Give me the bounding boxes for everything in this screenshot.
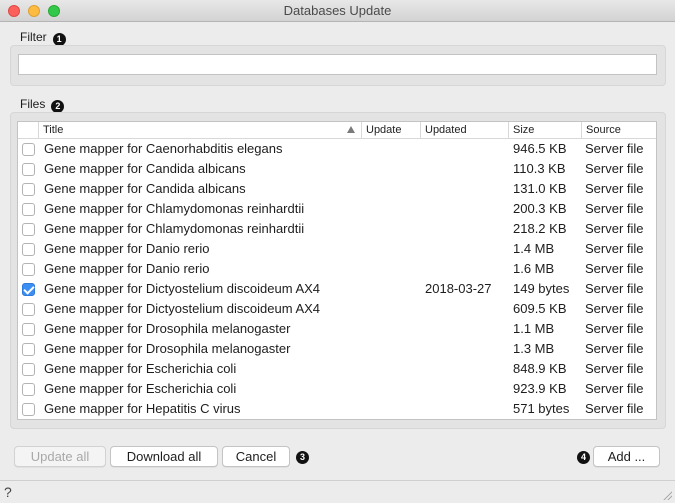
window-title: Databases Update [283, 3, 392, 18]
row-checkbox[interactable] [22, 203, 35, 216]
close-window-button[interactable] [8, 5, 20, 17]
table-row[interactable]: Gene mapper for Chlamydomonas reinhardti… [18, 199, 656, 219]
header-title[interactable]: Title [38, 122, 361, 139]
header-size[interactable]: Size [508, 122, 581, 139]
table-row[interactable]: Gene mapper for Danio rerio 1.4 MB Server … [18, 239, 656, 259]
cell-title: Gene mapper for Danio rerio [44, 261, 210, 276]
cell-title: Gene mapper for Drosophila melanogaster [44, 341, 291, 356]
row-checkbox[interactable] [22, 243, 35, 256]
cell-source: Server file [585, 261, 644, 276]
row-checkbox[interactable] [22, 403, 35, 416]
cell-source: Server file [585, 301, 644, 316]
filter-input[interactable] [18, 54, 657, 75]
cell-title: Gene mapper for Candida albicans [44, 181, 246, 196]
cell-source: Server file [585, 241, 644, 256]
cell-size: 1.1 MB [513, 321, 555, 336]
table-row[interactable]: Gene mapper for Dictyostelium discoideum… [18, 299, 656, 319]
files-label: Files [20, 97, 46, 111]
row-checkbox[interactable] [22, 163, 35, 176]
sort-ascending-icon [347, 126, 355, 133]
download-all-button[interactable]: Download all [110, 446, 218, 467]
cell-title: Gene mapper for Candida albicans [44, 161, 246, 176]
table-row[interactable]: Gene mapper for Drosophila melanogaster 1… [18, 339, 656, 359]
header-update[interactable]: Update [361, 122, 420, 139]
table-row[interactable]: Gene mapper for Hepatitis C virus 571 byt… [18, 399, 656, 419]
cell-title: Gene mapper for Drosophila melanogaster [44, 321, 291, 336]
add-button[interactable]: Add ... [593, 446, 660, 467]
zoom-window-button[interactable] [48, 5, 60, 17]
cell-size: 571 bytes [513, 401, 570, 416]
cell-size: 923.9 KB [513, 381, 567, 396]
cell-source: Server file [585, 201, 644, 216]
row-checkbox-checked[interactable] [22, 283, 35, 296]
cell-title: Gene mapper for Dictyostelium discoideum… [44, 301, 321, 316]
cell-title: Gene mapper for Chlamydomonas reinhardti… [44, 201, 305, 216]
cell-title: Gene mapper for Escherichia coli [44, 361, 237, 376]
row-checkbox[interactable] [22, 323, 35, 336]
row-checkbox[interactable] [22, 223, 35, 236]
row-checkbox[interactable] [22, 263, 35, 276]
cell-size: 1.6 MB [513, 261, 555, 276]
row-checkbox[interactable] [22, 383, 35, 396]
cell-title: Gene mapper for Chlamydomonas reinhardti… [44, 221, 305, 236]
cell-source: Server file [585, 161, 644, 176]
table-header: Title Update Updated Size Source [18, 122, 656, 139]
cell-size: 110.3 KB [513, 161, 566, 176]
header-updated[interactable]: Updated [420, 122, 508, 139]
cell-size: 149 bytes [513, 281, 570, 296]
cell-size: 200.3 KB [513, 201, 567, 216]
files-section-label: Files 2 [20, 97, 65, 113]
cell-source: Server file [585, 321, 644, 336]
cell-size: 218.2 KB [513, 221, 567, 236]
filter-section-label: Filter 1 [20, 30, 66, 46]
cell-source: Server file [585, 341, 644, 356]
resize-grip-icon[interactable] [662, 490, 672, 500]
table-row[interactable]: Gene mapper for Drosophila melanogaster 1… [18, 319, 656, 339]
row-checkbox[interactable] [22, 343, 35, 356]
help-icon[interactable]: ? [4, 484, 12, 500]
cell-title: Gene mapper for Hepatitis C virus [44, 401, 241, 416]
cancel-button[interactable]: Cancel [222, 446, 290, 467]
status-bar: ? [0, 480, 675, 503]
cell-source: Server file [585, 221, 644, 236]
table-row[interactable]: Gene mapper for Dictyostelium discoideum… [18, 279, 656, 299]
update-all-button[interactable]: Update all [14, 446, 106, 467]
table-row[interactable]: Gene mapper for Escherichia coli 923.9 KB… [18, 379, 656, 399]
cell-size: 946.5 KB [513, 141, 567, 156]
row-checkbox[interactable] [22, 143, 35, 156]
minimize-window-button[interactable] [28, 5, 40, 17]
table-row[interactable]: Gene mapper for Candida albicans 131.0 KB… [18, 179, 656, 199]
cell-source: Server file [585, 281, 644, 296]
header-checkbox-column[interactable] [18, 122, 38, 139]
cell-size: 609.5 KB [513, 301, 567, 316]
table-row[interactable]: Gene mapper for Chlamydomonas reinhardti… [18, 219, 656, 239]
cell-source: Server file [585, 381, 644, 396]
files-table: Title Update Updated Size Source Gene ma… [17, 121, 657, 420]
cell-title: Gene mapper for Caenorhabditis elegans [44, 141, 283, 156]
cell-source: Server file [585, 401, 644, 416]
cell-source: Server file [585, 181, 644, 196]
cell-title: Gene mapper for Dictyostelium discoideum… [44, 281, 321, 296]
table-row[interactable]: Gene mapper for Danio rerio 1.6 MB Server … [18, 259, 656, 279]
cell-size: 848.9 KB [513, 361, 567, 376]
cell-title: Gene mapper for Escherichia coli [44, 381, 237, 396]
actions-badge-4: 4 [577, 451, 590, 464]
header-source[interactable]: Source [581, 122, 656, 139]
row-checkbox[interactable] [22, 363, 35, 376]
row-checkbox[interactable] [22, 183, 35, 196]
table-row[interactable]: Gene mapper for Escherichia coli 848.9 KB… [18, 359, 656, 379]
table-row[interactable]: Gene mapper for Caenorhabditis elegans 94… [18, 139, 656, 159]
cell-updated: 2018-03-27 [425, 281, 492, 296]
cell-size: 131.0 KB [513, 181, 567, 196]
cell-size: 1.4 MB [513, 241, 555, 256]
actions-badge-3: 3 [296, 451, 309, 464]
cell-source: Server file [585, 361, 644, 376]
cell-source: Server file [585, 141, 644, 156]
row-checkbox[interactable] [22, 303, 35, 316]
window-titlebar: Databases Update [0, 0, 675, 22]
cell-title: Gene mapper for Danio rerio [44, 241, 210, 256]
filter-label: Filter [20, 30, 47, 44]
table-row[interactable]: Gene mapper for Candida albicans 110.3 KB… [18, 159, 656, 179]
cell-size: 1.3 MB [513, 341, 555, 356]
